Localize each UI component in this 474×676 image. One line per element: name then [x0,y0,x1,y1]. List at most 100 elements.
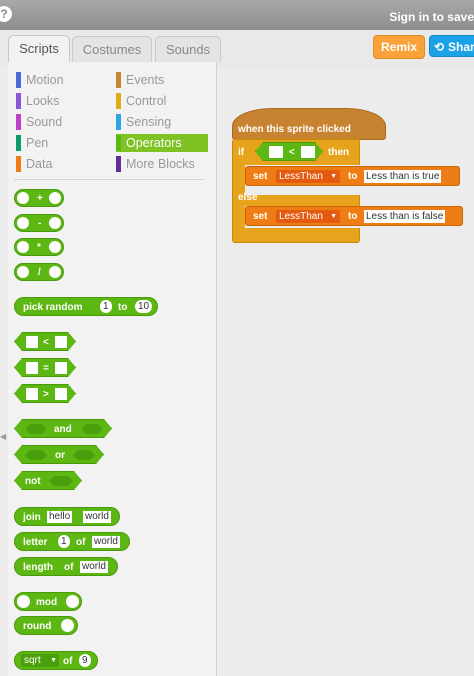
slot [269,146,283,158]
category-events[interactable]: Events [116,71,206,89]
equals-block[interactable]: = [14,358,76,377]
block-palette: Motion Looks Sound Pen Data Events Contr… [8,62,217,676]
block-label: letter [23,537,48,548]
block-label: length [23,562,53,573]
category-label: Events [126,73,165,87]
set-variable-block[interactable]: set LessThan ▼ to Less than is false [245,206,463,226]
tab-sounds[interactable]: Sounds [155,36,221,62]
text-input[interactable]: world [83,511,111,523]
number-input[interactable]: 10 [135,300,153,313]
mod-block[interactable]: mod [14,592,82,611]
letter-of-block[interactable]: letter 1 of world [14,532,130,551]
scripts-area[interactable]: when this sprite clicked if < then else … [216,68,474,676]
multiply-block[interactable]: * [14,238,64,256]
subtract-block[interactable]: - [14,214,64,232]
round-block[interactable]: round [14,616,78,635]
or-block[interactable]: or [14,445,104,464]
math-function-block[interactable]: sqrt ▼ of 9 [14,651,98,670]
when-sprite-clicked-hat[interactable]: when this sprite clicked [232,108,386,140]
text-input[interactable]: hello [47,511,73,523]
dropdown-value: LessThan [279,211,323,222]
set-variable-block[interactable]: set LessThan ▼ to Less than is true [245,166,460,186]
help-icon[interactable]: ? [0,6,12,22]
slot [55,388,67,400]
block-label: of [63,656,73,667]
bool-slot [73,450,95,460]
not-block[interactable]: not [14,471,82,490]
block-label: or [55,450,65,461]
tab-scripts[interactable]: Scripts [8,35,70,63]
tab-costumes[interactable]: Costumes [72,36,152,62]
share-button[interactable]: ⟲Share [429,35,474,57]
slot [66,595,79,608]
category-control[interactable]: Control [116,92,206,110]
block-label: round [23,621,52,632]
if-label: if [238,147,245,158]
category-motion[interactable]: Motion [16,71,106,89]
then-label: then [328,147,350,158]
category-sensing[interactable]: Sensing [116,113,206,131]
swatch [16,93,21,109]
block-label: to [348,171,358,182]
share-icon: ⟲ [434,40,445,54]
swatch [16,114,21,130]
remix-button[interactable]: Remix [373,35,425,59]
slot [17,192,29,204]
less-than-block[interactable]: < [14,332,76,351]
number-input[interactable]: 1 [58,535,70,548]
divide-block[interactable]: / [14,263,64,281]
variable-dropdown[interactable]: LessThan ▼ [276,210,340,223]
category-more-blocks[interactable]: More Blocks [116,155,206,173]
slot [55,336,67,348]
and-block[interactable]: and [14,419,112,438]
block-label: of [64,562,74,573]
category-label: More Blocks [126,157,195,171]
sign-in-link[interactable]: Sign in to save [389,10,474,24]
collapse-arrow-icon[interactable]: ◀ [0,432,6,441]
length-of-block[interactable]: length of world [14,557,118,576]
operator-symbol: < [289,147,295,158]
operator-symbol: > [43,389,49,400]
slot [49,266,61,278]
category-pen[interactable]: Pen [16,134,106,152]
variable-dropdown[interactable]: LessThan ▼ [276,170,340,183]
operator-symbol: * [37,242,41,253]
slot [17,217,29,229]
divider [14,179,204,180]
swatch [16,72,21,88]
join-block[interactable]: join hello world [14,507,120,526]
number-input[interactable]: 9 [79,654,91,667]
text-input[interactable]: world [80,561,108,573]
slot [49,192,61,204]
greater-than-block[interactable]: > [14,384,76,403]
pick-random-block[interactable]: pick random 1 to 10 [14,297,158,316]
category-data[interactable]: Data [16,155,106,173]
block-label: not [25,476,41,487]
operator-symbol: = [43,363,49,374]
share-label: Share [448,40,474,54]
category-operators[interactable]: Operators [116,134,208,152]
less-than-condition[interactable]: < [255,142,323,161]
text-input[interactable]: world [92,536,120,548]
slot [17,266,29,278]
dropdown-value: LessThan [279,171,323,182]
dropdown-value: sqrt [24,655,41,666]
block-label: and [54,424,72,435]
block-label: to [348,211,358,222]
function-dropdown[interactable]: sqrt ▼ [21,654,59,667]
block-label: set [253,171,268,182]
swatch [116,135,121,151]
category-sound[interactable]: Sound [16,113,106,131]
dropdown-arrow-icon: ▼ [50,657,57,664]
slot [26,388,38,400]
swatch [16,156,21,172]
swatch [116,93,121,109]
block-label: mod [36,597,58,608]
value-input[interactable]: Less than is true [364,170,442,183]
number-input[interactable]: 1 [100,300,112,313]
add-block[interactable]: + [14,189,64,207]
category-label: Control [126,94,167,108]
value-input[interactable]: Less than is false [364,210,446,223]
category-label: Pen [26,136,49,150]
category-looks[interactable]: Looks [16,92,106,110]
